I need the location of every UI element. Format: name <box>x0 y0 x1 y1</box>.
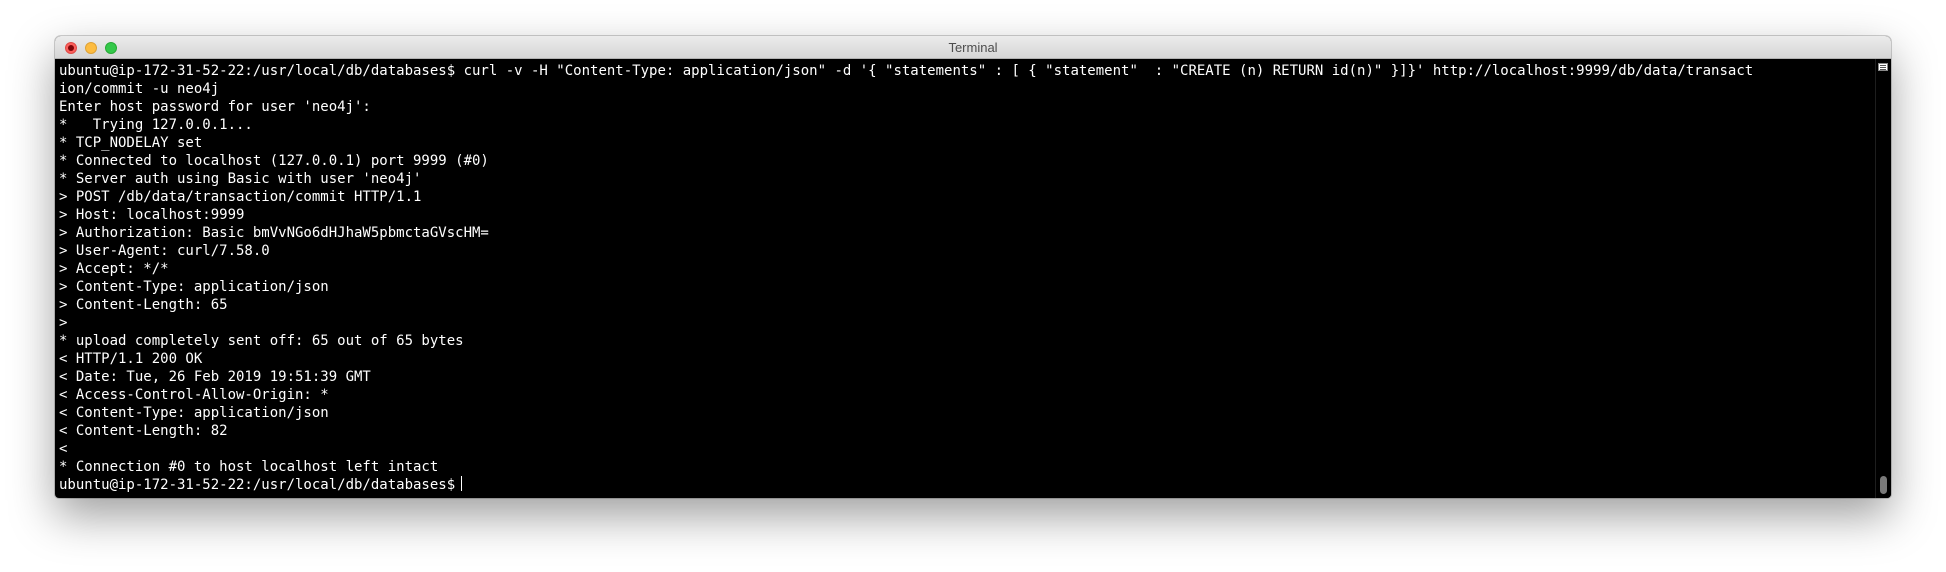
terminal-line: * upload completely sent off: 65 out of … <box>59 333 464 349</box>
terminal-line: > Content-Type: application/json <box>59 279 329 295</box>
terminal-line: * Connected to localhost (127.0.0.1) por… <box>59 153 489 169</box>
terminal-window: Terminal ubuntu@ip-172-31-52-22:/usr/loc… <box>55 36 1891 498</box>
terminal-output[interactable]: ubuntu@ip-172-31-52-22:/usr/local/db/dat… <box>55 59 1875 498</box>
terminal-line: * Trying 127.0.0.1... <box>59 117 253 133</box>
terminal-line: < Date: Tue, 26 Feb 2019 19:51:39 GMT <box>59 369 371 385</box>
terminal-line: < HTTP/1.1 200 OK <box>59 351 203 367</box>
terminal-line: > <box>59 315 68 331</box>
scrollbar-thumb[interactable] <box>1880 476 1887 494</box>
split-pane-button[interactable] <box>1878 63 1888 71</box>
terminal-line: Enter host password for user 'neo4j': <box>59 99 371 115</box>
terminal-line: * Server auth using Basic with user 'neo… <box>59 171 422 187</box>
shell-prompt: ubuntu@ip-172-31-52-22:/usr/local/db/dat… <box>59 477 456 493</box>
terminal-line: * TCP_NODELAY set <box>59 135 203 151</box>
terminal-line: > Host: localhost:9999 <box>59 207 245 223</box>
terminal-line: ion/commit -u neo4j <box>59 81 220 97</box>
terminal-line: ubuntu@ip-172-31-52-22:/usr/local/db/dat… <box>59 63 1754 79</box>
title-bar[interactable]: Terminal <box>55 36 1891 59</box>
terminal-line: > POST /db/data/transaction/commit HTTP/… <box>59 189 422 205</box>
terminal-line: < <box>59 441 68 457</box>
terminal-line: > Authorization: Basic bmVvNGo6dHJhaW5pb… <box>59 225 489 241</box>
window-title: Terminal <box>948 40 998 55</box>
terminal-line: < Content-Length: 82 <box>59 423 228 439</box>
prompt-line[interactable]: ubuntu@ip-172-31-52-22:/usr/local/db/dat… <box>59 476 1875 494</box>
terminal-line: > Accept: */* <box>59 261 169 277</box>
text-cursor <box>461 476 463 491</box>
scrollbar[interactable] <box>1875 59 1891 498</box>
terminal-line: * Connection #0 to host localhost left i… <box>59 459 439 475</box>
terminal-line: > Content-Length: 65 <box>59 297 228 313</box>
terminal-line: < Content-Type: application/json <box>59 405 329 421</box>
terminal-line: < Access-Control-Allow-Origin: * <box>59 387 329 403</box>
terminal-line: > User-Agent: curl/7.58.0 <box>59 243 270 259</box>
